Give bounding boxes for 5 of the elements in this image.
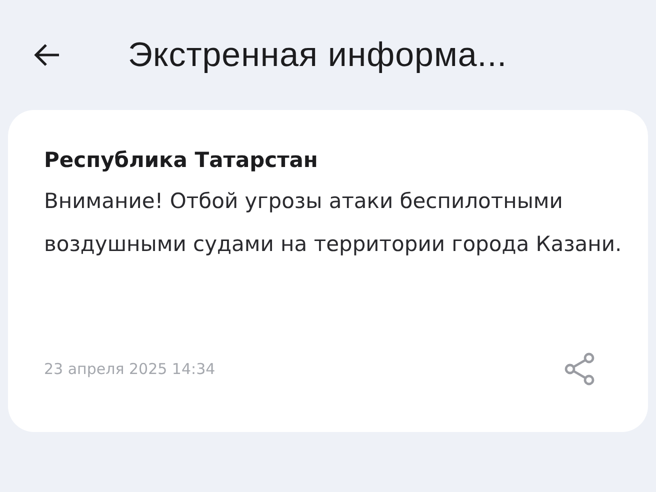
alert-date: 23 апреля 2025 14:34 (44, 360, 216, 378)
share-button[interactable] (564, 352, 596, 386)
alert-message: Внимание! Отбой угрозы атаки беспилотными воздушными судами на территории города Казани. (44, 188, 623, 258)
alert-source: Республика Татарстан (44, 148, 319, 172)
page-title: Экстренная информа... (128, 36, 508, 74)
